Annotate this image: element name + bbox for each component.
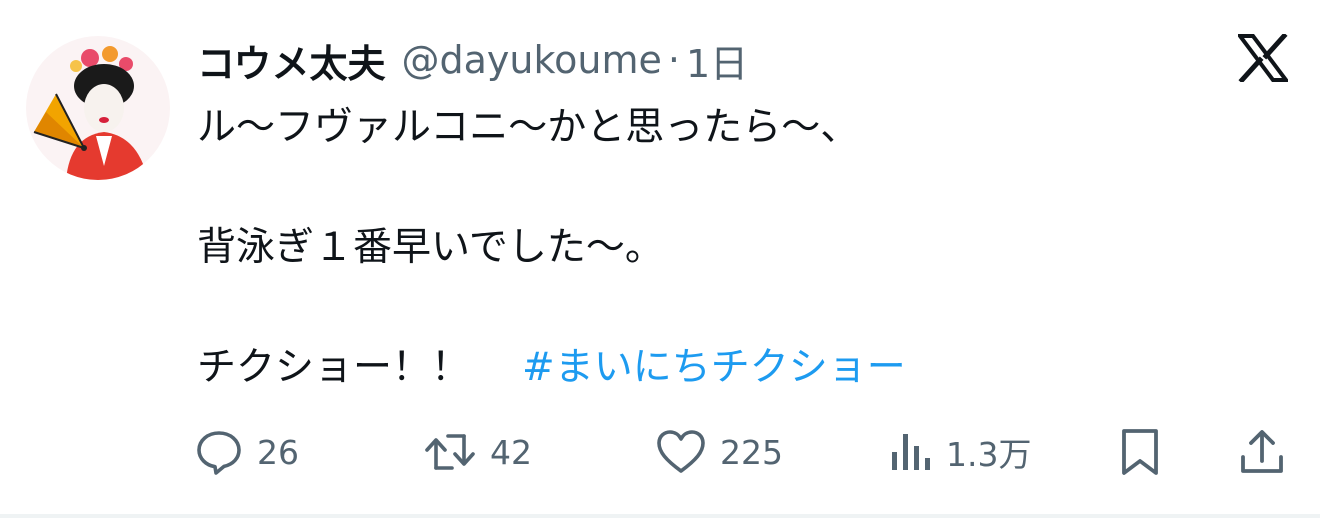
speech-bubble-icon [197, 431, 241, 475]
header-separator: · [667, 38, 680, 82]
tweet-line-3: チクショー！！ #まいにちチクショー [197, 338, 1277, 398]
tweet-timestamp[interactable]: 1日 [686, 33, 748, 88]
bar-chart-icon [892, 434, 930, 470]
like-count: 225 [720, 432, 783, 472]
repost-arrows-icon [425, 434, 475, 470]
share-button[interactable] [1238, 424, 1286, 480]
author-handle[interactable]: @dayukoume [401, 38, 661, 82]
hashtag-link[interactable]: #まいにちチクショー [522, 345, 906, 390]
tweet-header: コウメ太夫 @dayukoume · 1日 [197, 32, 748, 88]
repost-count: 42 [490, 432, 532, 472]
heart-icon [657, 430, 705, 473]
action-bar: 26 42 225 1.3万 [0, 424, 1320, 480]
x-logo-icon [1236, 32, 1290, 84]
share-upload-icon [1241, 430, 1283, 473]
tweet-text: ル〜フヴァルコニ〜かと思ったら〜、 背泳ぎ１番早いでした〜。 チクショー！！ #ま… [197, 98, 1277, 398]
author-display-name[interactable]: コウメ太夫 [197, 33, 385, 88]
views-button[interactable]: 1.3万 [888, 424, 1031, 480]
reply-count: 26 [257, 432, 299, 472]
reply-button[interactable]: 26 [195, 424, 299, 480]
repost-button[interactable]: 42 [424, 424, 532, 480]
tweet-line-3-text: チクショー！！ [197, 345, 471, 390]
bottom-divider [0, 514, 1320, 518]
bookmark-icon [1122, 429, 1158, 475]
avatar[interactable] [26, 36, 170, 180]
view-count: 1.3万 [946, 435, 1032, 474]
tweet-line-2: 背泳ぎ１番早いでした〜。 [197, 225, 664, 270]
bookmark-button[interactable] [1118, 424, 1162, 480]
like-button[interactable]: 225 [656, 424, 783, 480]
tweet-line-1: ル〜フヴァルコニ〜かと思ったら〜、 [197, 105, 860, 150]
